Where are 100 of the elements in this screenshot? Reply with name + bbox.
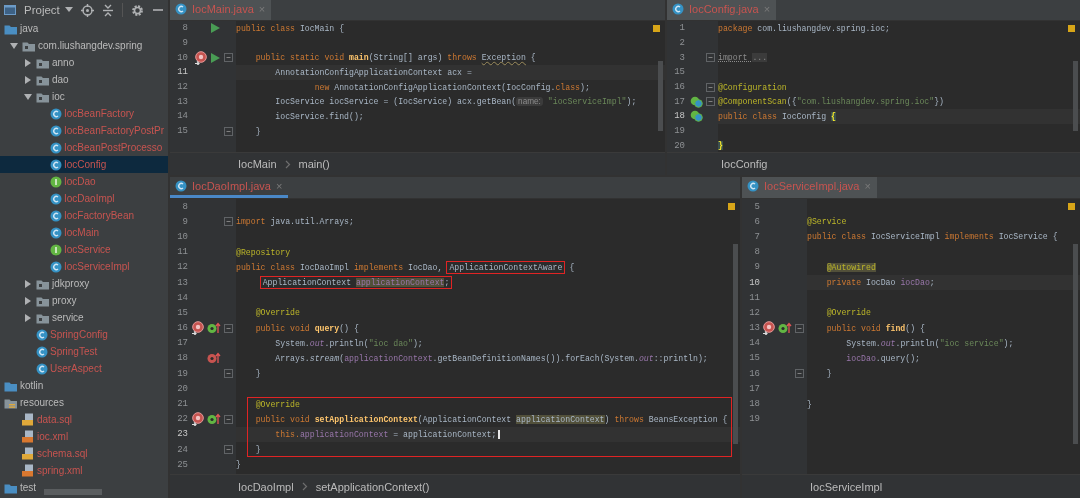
line-number: 10	[176, 231, 188, 242]
tree-item[interactable]: proxy	[0, 292, 168, 309]
tree-item[interactable]: IocServiceImpl	[0, 258, 168, 275]
tree-item[interactable]: IocMain	[0, 224, 168, 241]
fold-icon[interactable]	[224, 126, 233, 136]
line-number: 11	[748, 292, 760, 303]
tree-item[interactable]: IocFactoryBean	[0, 207, 168, 224]
scrollbar[interactable]	[658, 61, 663, 131]
breadcrumb[interactable]: main()	[298, 158, 330, 170]
tree-item[interactable]: service	[0, 309, 168, 326]
view-dropdown[interactable]: Project	[24, 4, 73, 16]
tree-item[interactable]: spring.xml	[0, 462, 168, 479]
class-icon	[50, 107, 62, 120]
tree-item[interactable]: IocConfig	[0, 156, 168, 173]
code-line: public class IocDaoImpl implements IocDao,	[236, 262, 443, 272]
breadcrumb[interactable]: IocDaoImpl	[238, 480, 294, 493]
tree-item[interactable]: com.liushangdev.spring	[0, 37, 168, 54]
scrollbar[interactable]	[1073, 244, 1078, 444]
breadcrumb[interactable]: IocMain	[238, 158, 277, 170]
tree-item[interactable]: SpringTest	[0, 343, 168, 360]
line-number: 20	[176, 383, 188, 394]
tree-item[interactable]: data.sql	[0, 411, 168, 428]
scrollbar[interactable]	[44, 489, 102, 495]
line-number: 6	[753, 216, 760, 227]
fold-icon[interactable]	[706, 53, 715, 63]
tree-item[interactable]: ioc.xml	[0, 428, 168, 445]
line-number: 18	[176, 353, 188, 364]
class-icon	[50, 124, 62, 137]
editor-tab[interactable]: IocDaoImpl.java ×	[170, 177, 289, 198]
class-icon	[672, 2, 684, 15]
tree-item[interactable]: IocBeanFactory	[0, 105, 168, 122]
editor-tab[interactable]: IocServiceImpl.java ×	[742, 177, 877, 198]
breadcrumb[interactable]: IocServiceImpl	[810, 480, 883, 493]
tree-item[interactable]: java	[0, 20, 168, 37]
fold-icon[interactable]	[224, 445, 233, 455]
tree-item[interactable]: jdkproxy	[0, 275, 168, 292]
editor-tab[interactable]: IocConfig.java ×	[667, 0, 777, 20]
settings-icon[interactable]	[130, 3, 144, 17]
tree-item[interactable]: SpringConfig	[0, 326, 168, 343]
fold-icon[interactable]	[706, 97, 715, 107]
locate-icon[interactable]	[80, 3, 94, 17]
target-icon[interactable]	[762, 321, 776, 336]
bean-icon[interactable]	[690, 110, 703, 123]
tree-item[interactable]: kotlin	[0, 377, 168, 394]
tree-item[interactable]: anno	[0, 54, 168, 71]
close-button[interactable]: ×	[275, 180, 283, 192]
line-number: 21	[176, 399, 188, 410]
override-icon[interactable]	[207, 413, 221, 426]
collapse-icon[interactable]	[101, 3, 114, 17]
line-number: 8	[181, 201, 188, 212]
code-line: }	[236, 460, 241, 470]
target-icon[interactable]	[191, 321, 205, 336]
fold-icon[interactable]	[706, 82, 715, 92]
breadcrumb[interactable]: setApplicationContext()	[315, 480, 430, 493]
tree-item[interactable]: IocBeanPostProcesso	[0, 139, 168, 156]
line-number: 8	[181, 23, 188, 34]
tree-item[interactable]: IocDaoImpl	[0, 190, 168, 207]
class-icon	[50, 209, 62, 222]
breadcrumb[interactable]: IocConfig	[721, 158, 768, 170]
tree-item[interactable]: IocDao	[0, 173, 168, 190]
tree-item[interactable]: resources	[0, 394, 168, 411]
fold-icon[interactable]	[224, 217, 233, 227]
fold-icon[interactable]	[224, 323, 233, 333]
code-line: import ...	[718, 53, 768, 63]
tree-item[interactable]: dao	[0, 71, 168, 88]
tree-item[interactable]: IocBeanFactoryPostPr	[0, 122, 168, 139]
scrollbar[interactable]	[1073, 61, 1078, 131]
line-number: 25	[176, 459, 188, 470]
tree-item[interactable]: test	[0, 479, 168, 496]
tree-item[interactable]: ioc	[0, 88, 168, 105]
editor-tab[interactable]: IocMain.java ×	[170, 0, 272, 20]
override-icon[interactable]	[778, 322, 792, 335]
fold-icon[interactable]	[795, 323, 804, 333]
run-icon[interactable]	[210, 22, 221, 35]
tree-item[interactable]: IocService	[0, 241, 168, 258]
run-icon[interactable]	[210, 51, 221, 64]
target-icon[interactable]	[194, 50, 208, 65]
code-line: AnnotationConfigApplicationContext acx =	[275, 67, 472, 77]
close-button[interactable]: ×	[864, 180, 871, 192]
code-line: @Repository	[236, 247, 291, 257]
fold-icon[interactable]	[224, 369, 233, 379]
target-icon[interactable]	[191, 412, 205, 427]
code-line: {	[569, 262, 575, 272]
code-text: ApplicationContextAware	[449, 262, 563, 272]
scrollbar[interactable]	[733, 244, 738, 444]
line-number: 19	[748, 414, 760, 425]
tree-item[interactable]: UserAspect	[0, 360, 168, 377]
tree-item[interactable]: schema.sql	[0, 445, 168, 462]
override-icon[interactable]	[207, 352, 221, 365]
fold-icon[interactable]	[795, 369, 804, 379]
fold-icon[interactable]	[224, 53, 233, 63]
line-number: 13	[176, 277, 188, 288]
override-icon[interactable]	[207, 322, 221, 335]
bean-icon[interactable]	[690, 95, 703, 108]
close-button[interactable]: ×	[258, 2, 266, 15]
line-number: 16	[673, 82, 685, 93]
code-line: iocService.find();	[275, 111, 364, 121]
close-button[interactable]: ×	[763, 2, 771, 15]
fold-icon[interactable]	[224, 414, 233, 424]
code-line: }	[807, 399, 812, 409]
